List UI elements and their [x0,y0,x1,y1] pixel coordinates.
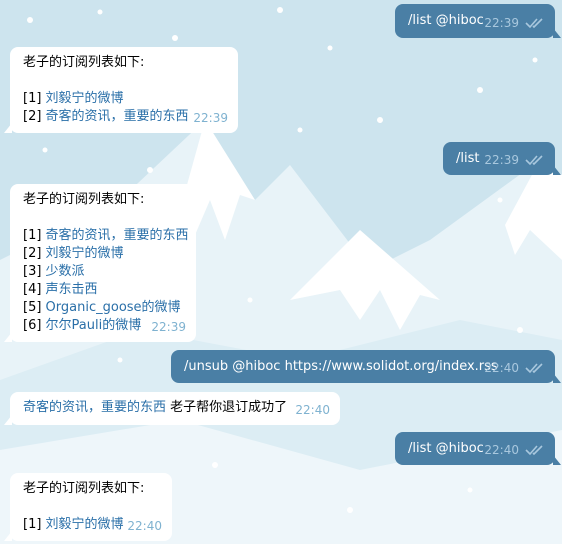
double-check-icon [525,445,543,456]
message-meta: 22:39 [484,151,545,169]
list-item: [2] 刘毅宁的微博 [23,246,124,261]
message-time: 22:40 [484,443,519,457]
double-check-icon [525,363,543,374]
subscription-link[interactable]: 尔尔Pauli的微博 [46,318,142,333]
message-time: 22:39 [484,153,519,167]
double-check-icon [525,155,543,166]
message-bubble-outgoing[interactable]: /list 22:39 [443,142,561,175]
subscription-link[interactable]: 奇客的资讯，重要的东西 [23,400,166,415]
message-time: 22:40 [484,361,519,375]
list-item: [3] 少数派 [23,264,85,279]
subscription-link[interactable]: 奇客的资讯，重要的东西 [46,109,189,124]
subscription-link[interactable]: Organic_goose的微博 [46,300,181,315]
message-meta: 22:40 [127,517,162,535]
list-item: [1] 奇客的资讯，重要的东西 [23,228,189,243]
message-meta: 22:40 [484,441,545,459]
message-meta: 22:39 [151,318,186,336]
message-meta: 22:39 [484,14,545,32]
message-line: 奇客的资讯，重要的东西 老子帮你退订成功了 [23,400,288,415]
subscription-link[interactable]: 声东击西 [46,282,98,297]
message-line: 老子的订阅列表如下: [23,192,145,207]
list-item: [5] Organic_goose的微博 [23,300,181,315]
message-meta: 22:40 [295,401,330,419]
subscription-link[interactable]: 奇客的资讯，重要的东西 [46,228,189,243]
message-time: 22:39 [151,320,186,334]
subscription-link[interactable]: 刘毅宁的微博 [46,91,124,106]
message-line: 老子的订阅列表如下: [23,55,145,70]
message-meta: 22:40 [484,359,545,377]
subscription-link[interactable]: 少数派 [46,264,85,279]
subscription-link[interactable]: 刘毅宁的微博 [46,246,124,261]
message-time: 22:39 [193,111,228,125]
double-check-icon [525,18,543,29]
message-line-empty [23,498,158,516]
message-line: 老子的订阅列表如下: [23,481,145,496]
message-line-empty [23,209,182,227]
message-bubble-outgoing[interactable]: /list @hiboc 22:40 [395,432,561,465]
message-bubble-incoming[interactable]: 老子的订阅列表如下: [1] 奇客的资讯，重要的东西 [2] 刘毅宁的微博 [3… [4,184,196,342]
subscription-link[interactable]: 刘毅宁的微博 [46,517,124,532]
list-item: [1] 刘毅宁的微博 [23,91,124,106]
message-bubble-incoming[interactable]: 老子的订阅列表如下: [1] 刘毅宁的微博 22:40 [4,473,172,541]
message-line-empty [23,72,224,90]
message-time: 22:40 [295,403,330,417]
message-bubble-incoming[interactable]: 老子的订阅列表如下: [1] 刘毅宁的微博 [2] 奇客的资讯，重要的东西 22… [4,47,238,133]
message-bubble-outgoing[interactable]: /unsub @hiboc https://www.solidot.org/in… [171,350,561,383]
message-time: 22:39 [484,16,519,30]
message-time: 22:40 [127,519,162,533]
message-meta: 22:39 [193,109,228,127]
message-bubble-incoming[interactable]: 奇客的资讯，重要的东西 老子帮你退订成功了 22:40 [4,392,340,425]
list-item: [4] 声东击西 [23,282,98,297]
message-bubble-outgoing[interactable]: /list @hiboc 22:39 [395,4,561,38]
